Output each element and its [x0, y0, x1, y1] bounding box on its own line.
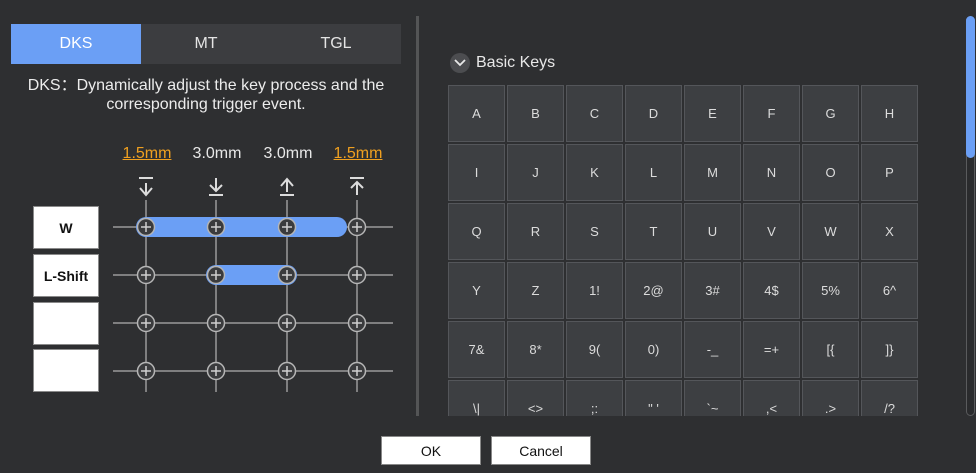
press-start-icon	[139, 177, 153, 197]
key-button[interactable]: A	[448, 85, 505, 142]
add-node-icon[interactable]	[347, 265, 367, 285]
key-button[interactable]: G	[802, 85, 859, 142]
key-button[interactable]: " '	[625, 380, 682, 416]
key-button[interactable]: 5%	[802, 262, 859, 319]
key-button[interactable]: 7&	[448, 321, 505, 378]
key-button[interactable]: L	[625, 144, 682, 201]
key-button[interactable]: 3#	[684, 262, 741, 319]
key-button[interactable]: Q	[448, 203, 505, 260]
key-button[interactable]: 4$	[743, 262, 800, 319]
key-button[interactable]: C	[566, 85, 623, 142]
key-button[interactable]: V	[743, 203, 800, 260]
add-node-icon[interactable]	[206, 265, 226, 285]
key-button[interactable]: K	[566, 144, 623, 201]
key-button[interactable]: E	[684, 85, 741, 142]
key-button[interactable]: 2@	[625, 262, 682, 319]
key-button[interactable]: <>	[507, 380, 564, 416]
key-button[interactable]: I	[448, 144, 505, 201]
key-button[interactable]: D	[625, 85, 682, 142]
release-start-icon	[280, 177, 294, 196]
key-button[interactable]: ,<	[743, 380, 800, 416]
key-button[interactable]: 6^	[861, 262, 918, 319]
key-button[interactable]: B	[507, 85, 564, 142]
key-button[interactable]: T	[625, 203, 682, 260]
add-node-icon[interactable]	[347, 313, 367, 333]
add-node-icon[interactable]	[206, 361, 226, 381]
key-button[interactable]: N	[743, 144, 800, 201]
scrollbar-thumb[interactable]	[966, 16, 975, 158]
action-bar-row-1[interactable]	[136, 217, 347, 237]
key-button[interactable]: /?	[861, 380, 918, 416]
key-button[interactable]: J	[507, 144, 564, 201]
key-button[interactable]: U	[684, 203, 741, 260]
key-button[interactable]: M	[684, 144, 741, 201]
key-button[interactable]: R	[507, 203, 564, 260]
key-button[interactable]: `~	[684, 380, 741, 416]
key-button[interactable]: 0)	[625, 321, 682, 378]
key-button[interactable]: -_	[684, 321, 741, 378]
add-node-icon[interactable]	[136, 313, 156, 333]
add-node-icon[interactable]	[277, 313, 297, 333]
add-node-icon[interactable]	[347, 361, 367, 381]
key-button[interactable]: =+	[743, 321, 800, 378]
add-node-icon[interactable]	[347, 217, 367, 237]
key-button[interactable]: 8*	[507, 321, 564, 378]
add-node-icon[interactable]	[277, 265, 297, 285]
key-button[interactable]: 1!	[566, 262, 623, 319]
add-node-icon[interactable]	[206, 217, 226, 237]
add-node-icon[interactable]	[136, 217, 156, 237]
basic-keys-header[interactable]: Basic Keys	[450, 53, 555, 73]
key-button[interactable]: Z	[507, 262, 564, 319]
release-top-icon	[350, 177, 364, 195]
key-button[interactable]: Y	[448, 262, 505, 319]
key-button[interactable]: ;:	[566, 380, 623, 416]
keys-list: A B C D E F G H I J K L M N O P Q R S T U V W X Y Z 1! 2@ 3# 4$ 5% 6^ 7&…	[448, 85, 920, 416]
key-button[interactable]: [{	[802, 321, 859, 378]
add-node-icon[interactable]	[136, 265, 156, 285]
add-node-icon[interactable]	[277, 361, 297, 381]
key-button[interactable]: O	[802, 144, 859, 201]
dks-stage-grid	[113, 177, 393, 392]
key-button[interactable]: X	[861, 203, 918, 260]
key-button[interactable]: S	[566, 203, 623, 260]
key-button[interactable]: ]}	[861, 321, 918, 378]
key-button[interactable]: 9(	[566, 321, 623, 378]
press-bottom-icon	[209, 178, 223, 196]
key-button[interactable]: .>	[802, 380, 859, 416]
chevron-down-icon	[450, 53, 470, 73]
panel-divider	[416, 16, 419, 416]
key-button[interactable]: F	[743, 85, 800, 142]
key-button[interactable]: H	[861, 85, 918, 142]
section-label: Basic Keys	[476, 54, 556, 71]
add-node-icon[interactable]	[136, 361, 156, 381]
key-button[interactable]: \|	[448, 380, 505, 416]
add-node-icon[interactable]	[277, 217, 297, 237]
add-node-icon[interactable]	[206, 313, 226, 333]
cancel-button[interactable]: Cancel	[491, 436, 591, 465]
key-button[interactable]: W	[802, 203, 859, 260]
ok-button[interactable]: OK	[381, 436, 481, 465]
key-button[interactable]: P	[861, 144, 918, 201]
